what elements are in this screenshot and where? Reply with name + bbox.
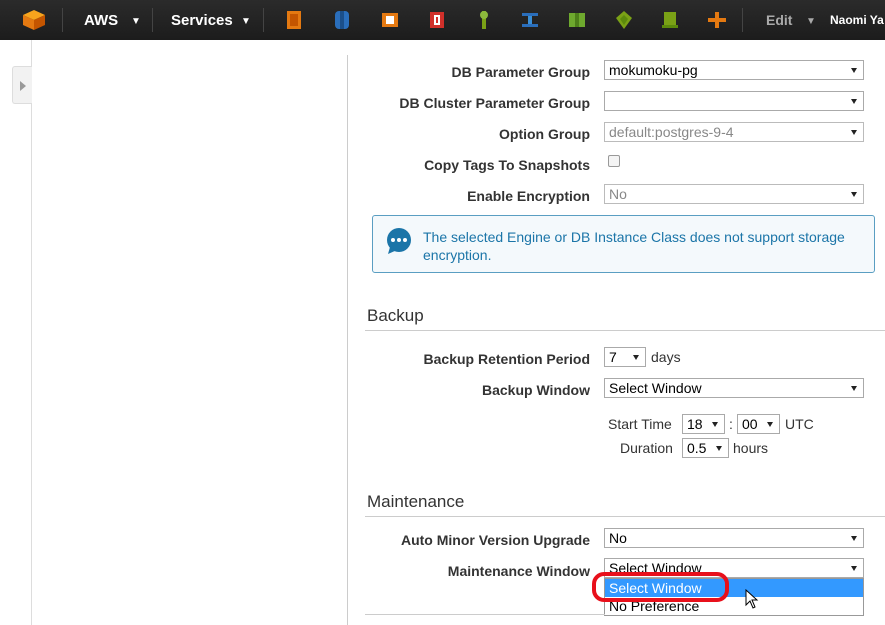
cloudformation-icon[interactable]: [567, 10, 587, 30]
copy-tags-label: Copy Tags To Snapshots: [424, 157, 590, 173]
db-cluster-parameter-group-select[interactable]: [604, 91, 864, 111]
chevron-down-icon[interactable]: ▼: [131, 16, 141, 27]
enable-encryption-value: No: [609, 186, 627, 202]
chevron-down-icon: [851, 386, 857, 391]
chevron-down-icon: [851, 566, 857, 571]
option-group-select[interactable]: default:postgres-9-4: [604, 122, 864, 142]
db-parameter-group-label: DB Parameter Group: [451, 64, 590, 80]
elastic-beanstalk-icon[interactable]: [614, 10, 634, 30]
db-parameter-group-select[interactable]: mokumoku-pg: [604, 60, 864, 80]
chevron-down-icon: [716, 446, 722, 451]
chevron-down-icon: [712, 422, 718, 427]
services-menu-label[interactable]: Services: [171, 12, 233, 29]
start-time-label: Start Time: [608, 416, 672, 432]
chevron-down-icon: [851, 68, 857, 73]
expand-panel-button[interactable]: [12, 66, 32, 104]
mouse-cursor-icon: [745, 589, 759, 609]
time-separator: :: [729, 416, 733, 432]
maintenance-window-label: Maintenance Window: [447, 563, 590, 579]
encryption-info-message: The selected Engine or DB Instance Class…: [423, 229, 845, 263]
content-divider: [347, 55, 348, 625]
db-parameter-group-value: mokumoku-pg: [609, 62, 698, 78]
encryption-info-box: The selected Engine or DB Instance Class…: [372, 215, 875, 273]
backup-retention-value: 7: [609, 349, 617, 365]
cloudtrail-icon[interactable]: [707, 10, 727, 30]
enable-encryption-select[interactable]: No: [604, 184, 864, 204]
option-group-value: default:postgres-9-4: [609, 124, 734, 140]
nav-divider: [62, 8, 63, 32]
left-navigation-panel: [0, 40, 32, 625]
ec2-icon[interactable]: [284, 10, 304, 30]
chevron-down-icon: [851, 536, 857, 541]
backup-window-value: Select Window: [609, 380, 702, 396]
s3-icon[interactable]: [332, 10, 352, 30]
utc-label: UTC: [785, 416, 814, 432]
chevron-down-icon: [851, 99, 857, 104]
option-group-label: Option Group: [499, 126, 590, 142]
chevron-right-icon: [20, 81, 26, 91]
cloudfront-icon[interactable]: [380, 10, 400, 30]
edit-menu-label[interactable]: Edit: [766, 12, 792, 28]
section-divider: [365, 516, 885, 517]
speech-bubble-icon: [387, 228, 411, 254]
top-navigation-bar: AWS ▼ Services ▼ Edit ▼ Naomi Ya: [0, 0, 885, 40]
rds-icon[interactable]: [427, 10, 447, 30]
chevron-down-icon: [633, 355, 639, 360]
duration-label: Duration: [620, 440, 673, 456]
chevron-down-icon: [851, 192, 857, 197]
elb-icon[interactable]: [520, 10, 540, 30]
duration-unit: hours: [733, 440, 769, 456]
duration-value: 0.5: [687, 440, 707, 456]
user-menu-label[interactable]: Naomi Ya: [830, 13, 884, 27]
auto-minor-version-upgrade-select[interactable]: No: [604, 528, 864, 548]
start-minute-value: 00: [742, 416, 758, 432]
backup-window-label: Backup Window: [482, 382, 590, 398]
opsworks-icon[interactable]: [660, 10, 680, 30]
start-minute-select[interactable]: 00: [737, 414, 780, 434]
iam-icon[interactable]: [474, 10, 494, 30]
start-hour-select[interactable]: 18: [682, 414, 725, 434]
backup-window-select[interactable]: Select Window: [604, 378, 864, 398]
backup-retention-unit: days: [651, 349, 681, 365]
section-divider: [365, 614, 605, 615]
chevron-down-icon: [767, 422, 773, 427]
backup-retention-label: Backup Retention Period: [423, 351, 590, 367]
chevron-down-icon: [851, 130, 857, 135]
backup-retention-select[interactable]: 7: [604, 347, 646, 367]
nav-divider: [742, 8, 743, 32]
nav-divider: [263, 8, 264, 32]
copy-tags-checkbox[interactable]: [608, 155, 620, 167]
chevron-down-icon[interactable]: ▼: [241, 16, 251, 27]
aws-cube-icon[interactable]: [22, 9, 46, 31]
enable-encryption-label: Enable Encryption: [467, 188, 590, 204]
highlight-annotation: [592, 572, 729, 602]
chevron-down-icon[interactable]: ▼: [806, 16, 816, 27]
backup-section-title: Backup: [367, 306, 424, 325]
db-cluster-parameter-group-label: DB Cluster Parameter Group: [399, 95, 590, 111]
nav-divider: [152, 8, 153, 32]
maintenance-section-title: Maintenance: [367, 492, 465, 511]
auto-minor-version-upgrade-label: Auto Minor Version Upgrade: [400, 532, 590, 548]
section-divider: [365, 330, 885, 331]
aws-menu-label[interactable]: AWS: [84, 12, 118, 29]
auto-minor-version-upgrade-value: No: [609, 530, 627, 546]
start-hour-value: 18: [687, 416, 703, 432]
duration-select[interactable]: 0.5: [682, 438, 729, 458]
